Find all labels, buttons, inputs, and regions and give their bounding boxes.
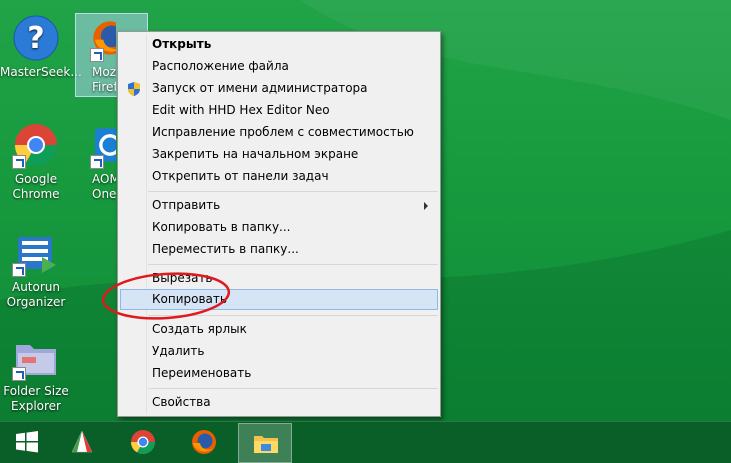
menu-item-rename[interactable]: Переименовать: [120, 363, 438, 384]
menu-item-delete[interactable]: Удалить: [120, 341, 438, 362]
taskbar-firefox[interactable]: [177, 423, 231, 463]
desktop-icon-label: Autorun: [11, 280, 60, 294]
menu-item-label: Удалить: [152, 344, 205, 358]
taskbar-pinned-app[interactable]: [55, 423, 109, 463]
shortcut-arrow-icon: [12, 367, 26, 381]
menu-item-label: Создать ярлык: [152, 322, 247, 336]
taskbar: [0, 421, 731, 463]
menu-item-open[interactable]: Открыть: [120, 34, 438, 55]
desktop-icon-label: Organizer: [6, 295, 66, 309]
menu-item-label: Расположение файла: [152, 59, 289, 73]
taskbar-file-explorer[interactable]: [238, 423, 292, 463]
menu-item-label: Запуск от имени администратора: [152, 81, 368, 95]
menu-item-label: Edit with HHD Hex Editor Neo: [152, 103, 330, 117]
menu-separator: [148, 191, 438, 192]
windows-start-icon: [16, 431, 38, 453]
menu-item-pin-start[interactable]: Закрепить на начальном экране: [120, 144, 438, 165]
desktop-icon-autorun-organizer[interactable]: Autorun Organizer: [0, 229, 72, 310]
menu-item-run-as-admin[interactable]: Запуск от имени администратора: [120, 78, 438, 99]
menu-item-compatibility[interactable]: Исправление проблем с совместимостью: [120, 122, 438, 143]
start-button[interactable]: [0, 423, 54, 463]
menu-item-move-to-folder[interactable]: Переместить в папку...: [120, 239, 438, 260]
help-question-icon: ?: [13, 15, 59, 61]
menu-item-label: Закрепить на начальном экране: [152, 147, 359, 161]
menu-separator: [148, 264, 438, 265]
menu-item-label: Переименовать: [152, 366, 252, 380]
desktop-icon-label: Folder Size: [3, 384, 69, 398]
menu-item-properties[interactable]: Свойства: [120, 392, 438, 413]
desktop-icon-label: Mozi: [92, 65, 116, 79]
menu-item-label: Переместить в папку...: [152, 242, 299, 256]
menu-separator: [148, 388, 438, 389]
file-explorer-icon: [254, 436, 278, 453]
menu-item-label: Открепить от панели задач: [152, 169, 329, 183]
firefox-icon: [192, 430, 216, 454]
desktop-icon-label: Explorer: [11, 399, 61, 413]
shortcut-arrow-icon: [90, 155, 104, 169]
menu-item-label: Исправление проблем с совместимостью: [152, 125, 414, 139]
desktop-icon-aomei-onekey[interactable]: AOM OneK: [76, 121, 116, 202]
uac-shield-icon: [128, 82, 140, 96]
desktop-icon-google-chrome[interactable]: Google Chrome: [0, 121, 72, 202]
menu-item-label: Открыть: [152, 37, 212, 51]
desktop-icon-label: AOM: [92, 172, 116, 186]
desktop-icon-label: Chrome: [12, 187, 60, 201]
shortcut-arrow-icon: [12, 263, 26, 277]
menu-item-file-location[interactable]: Расположение файла: [120, 56, 438, 77]
shortcut-arrow-icon: [90, 48, 104, 62]
desktop-icon-label: Firef: [92, 80, 116, 94]
context-menu: Открыть Расположение файла Запуск от име…: [117, 31, 441, 417]
svg-text:?: ?: [27, 21, 44, 56]
menu-item-copy-to-folder[interactable]: Копировать в папку...: [120, 217, 438, 238]
shortcut-arrow-icon: [12, 155, 26, 169]
desktop-icon-folder-size-explorer[interactable]: Folder Size Explorer: [0, 333, 72, 414]
desktop-icon-label: MasterSeek...: [0, 65, 82, 79]
annotation-ellipse: [101, 272, 231, 320]
desktop-icon-masterseeker[interactable]: ? MasterSeek...: [0, 14, 82, 80]
menu-item-label: Отправить: [152, 198, 221, 212]
menu-item-create-shortcut[interactable]: Создать ярлык: [120, 319, 438, 340]
menu-item-hex-editor[interactable]: Edit with HHD Hex Editor Neo: [120, 100, 438, 121]
menu-item-unpin-taskbar[interactable]: Открепить от панели задач: [120, 166, 438, 187]
desktop-icon-label: OneK: [92, 187, 116, 201]
taskbar-chrome[interactable]: [116, 423, 170, 463]
menu-item-label: Свойства: [152, 395, 211, 409]
chrome-icon: [131, 430, 155, 455]
menu-item-send-to[interactable]: Отправить: [120, 195, 438, 216]
desktop-icon-label: Google: [14, 172, 58, 186]
menu-item-label: Копировать в папку...: [152, 220, 291, 234]
desktop-icon-firefox[interactable]: Mozi Firef: [76, 14, 116, 95]
submenu-arrow-icon: [424, 202, 428, 210]
app-pinned-icon: [71, 430, 93, 453]
